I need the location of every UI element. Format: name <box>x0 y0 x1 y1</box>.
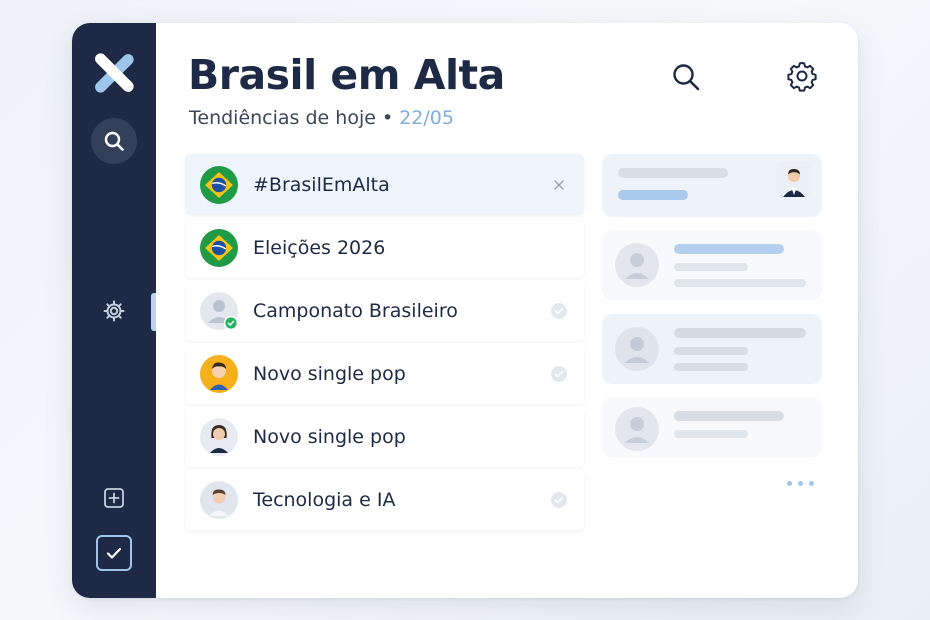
skeleton-line <box>674 263 748 271</box>
skeleton-card[interactable] <box>602 154 822 217</box>
checkmark-icon <box>106 547 122 559</box>
sidebar-tasks-button[interactable] <box>96 535 132 571</box>
subtitle-label: Tendiências de hoje • <box>189 107 400 129</box>
trend-item[interactable]: Eleições 2026 <box>185 217 584 278</box>
sidebar <box>72 23 156 598</box>
trend-label: Eleições 2026 <box>253 236 386 259</box>
page-title: Brasil em Alta <box>188 51 505 99</box>
trend-label: Novo single pop <box>253 362 406 385</box>
avatar-placeholder <box>615 327 659 371</box>
active-indicator <box>151 293 156 331</box>
trend-label: Tecnologia e IA <box>253 488 396 511</box>
more-options-icon[interactable] <box>787 481 814 486</box>
trend-item[interactable]: Novo single pop <box>185 343 584 404</box>
dot <box>809 481 814 486</box>
skeleton-line <box>674 363 748 371</box>
user-avatar-man <box>199 480 239 520</box>
skeleton-card[interactable] <box>602 397 822 457</box>
verified-user-avatar <box>199 291 239 331</box>
check-circle-icon[interactable] <box>550 365 568 383</box>
trend-label: Camponato Brasileiro <box>253 299 458 322</box>
skeleton-line <box>674 279 806 287</box>
page-subtitle: Tendiências de hoje • 22/05 <box>189 107 454 129</box>
app-window: Brasil em Alta Tendiências de hoje • 22/… <box>72 23 858 598</box>
sidebar-search-button[interactable] <box>91 118 137 164</box>
dot <box>787 481 792 486</box>
sidebar-add-button[interactable] <box>103 487 125 509</box>
brazil-flag-icon <box>199 165 239 205</box>
skeleton-line <box>674 328 806 338</box>
search-icon <box>673 64 700 91</box>
header-settings-button[interactable] <box>786 60 818 92</box>
add-icon <box>104 488 124 508</box>
user-avatar-businessman <box>776 161 812 197</box>
skeleton-line <box>674 411 784 421</box>
trend-list: #BrasilEmAlta Eleições 2026 Camponato Br… <box>185 154 584 532</box>
trend-item[interactable]: #BrasilEmAlta <box>185 154 584 215</box>
trend-label: Novo single pop <box>253 425 406 448</box>
dot <box>798 481 803 486</box>
subtitle-date: 22/05 <box>399 107 454 129</box>
gear-icon <box>787 62 817 92</box>
skeleton-line <box>618 168 728 178</box>
header-search-button[interactable] <box>670 61 702 93</box>
avatar-placeholder <box>615 407 659 451</box>
search-icon <box>104 131 124 151</box>
sidebar-settings-button[interactable] <box>102 299 126 323</box>
user-avatar-yellow <box>199 354 239 394</box>
check-circle-icon[interactable] <box>550 491 568 509</box>
skeleton-card[interactable] <box>602 230 822 300</box>
check-circle-icon[interactable] <box>550 302 568 320</box>
user-avatar-woman <box>199 417 239 457</box>
skeleton-line <box>618 190 688 200</box>
logo-icon[interactable] <box>92 51 136 95</box>
trend-item[interactable]: Tecnologia e IA <box>185 469 584 530</box>
trend-item[interactable]: Camponato Brasileiro <box>185 280 584 341</box>
trend-item[interactable]: Novo single pop <box>185 406 584 467</box>
close-icon[interactable] <box>550 176 568 194</box>
trend-label: #BrasilEmAlta <box>253 173 390 196</box>
skeleton-line <box>674 430 748 438</box>
skeleton-card[interactable] <box>602 314 822 384</box>
brazil-flag-icon <box>199 228 239 268</box>
avatar-placeholder <box>615 243 659 287</box>
skeleton-line <box>674 347 748 355</box>
gear-icon <box>103 300 125 322</box>
skeleton-line <box>674 244 784 254</box>
